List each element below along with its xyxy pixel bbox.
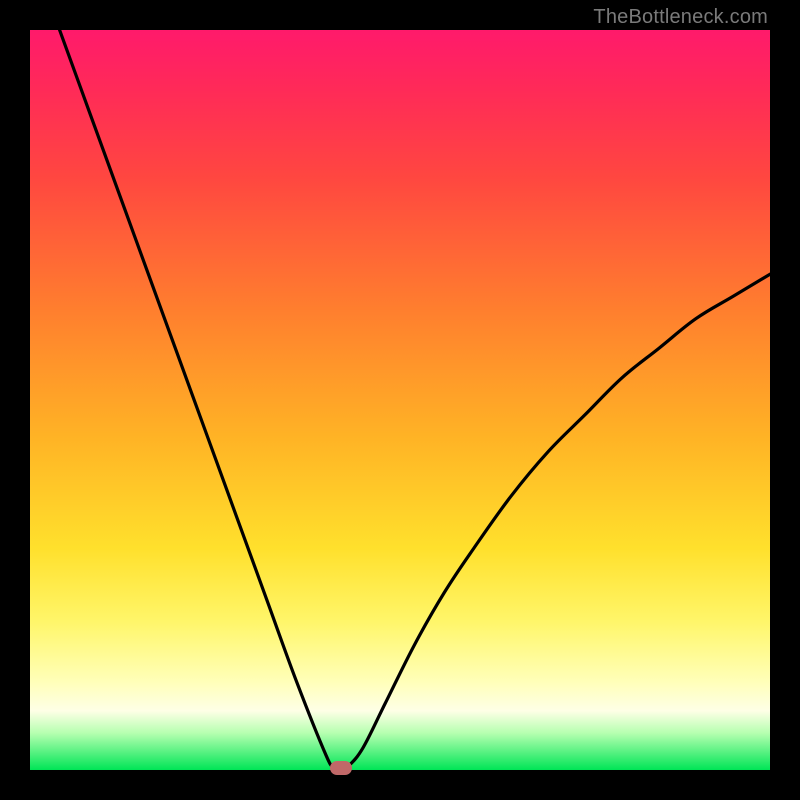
chart-frame: TheBottleneck.com (0, 0, 800, 800)
chart-svg-layer (30, 30, 770, 770)
watermark-text: TheBottleneck.com (593, 6, 768, 29)
optimal-point-marker (330, 761, 352, 775)
bottleneck-curve (60, 30, 770, 770)
